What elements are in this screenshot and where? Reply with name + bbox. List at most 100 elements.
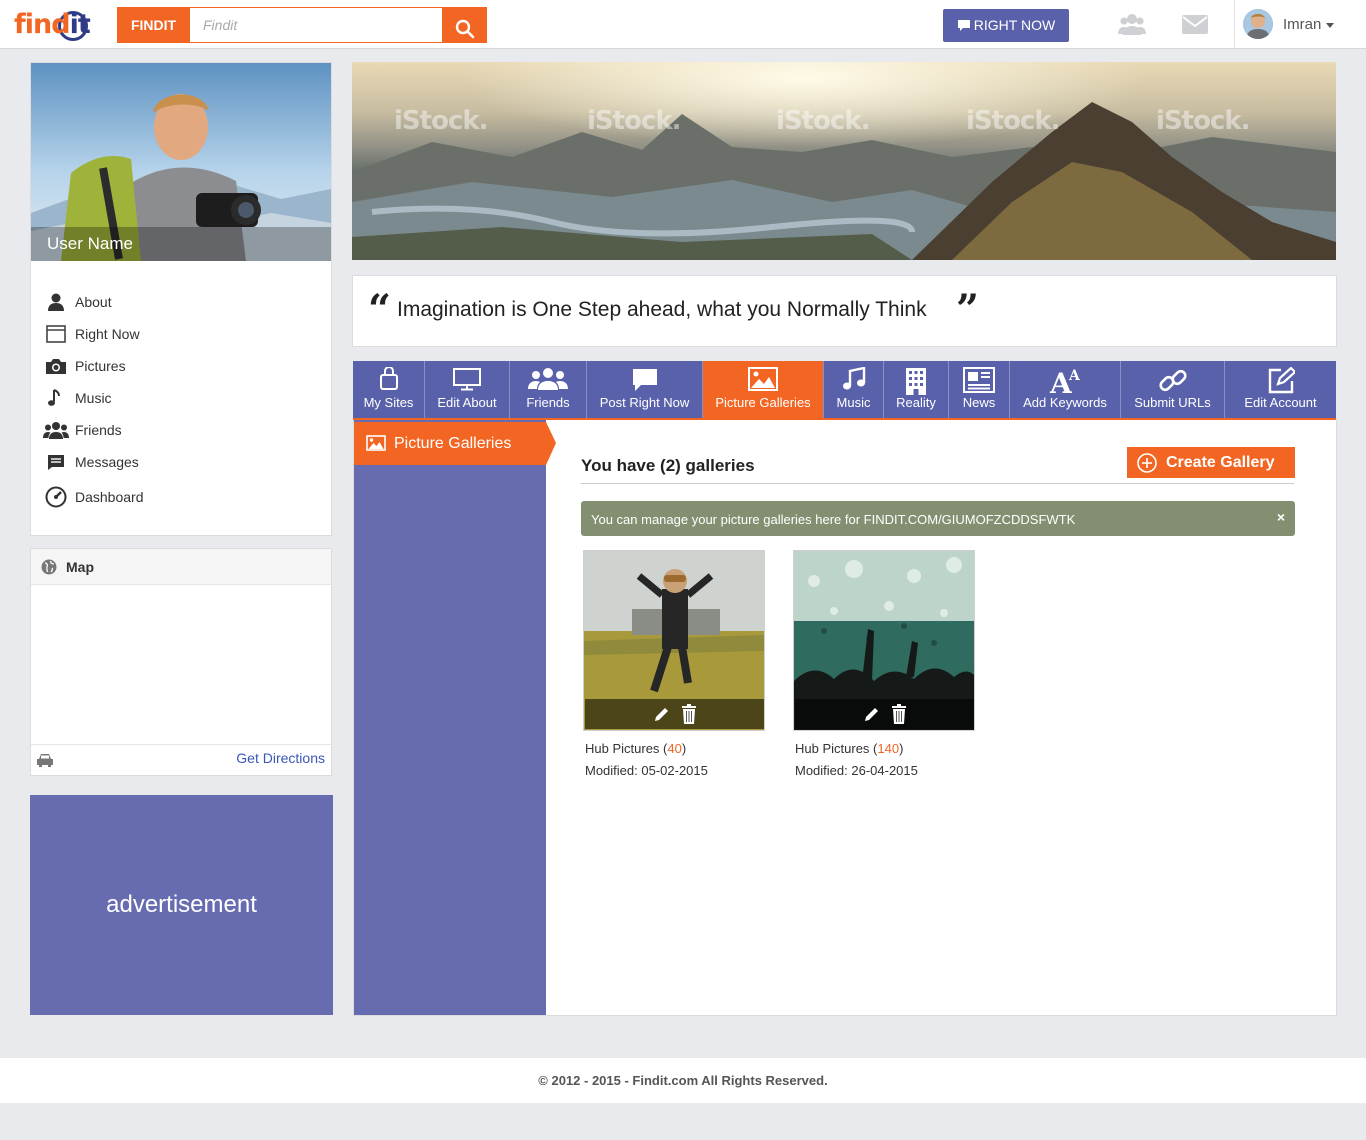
search-input[interactable] [190, 7, 442, 43]
tab-edit-account[interactable]: Edit Account [1225, 361, 1336, 418]
tab-label: Submit URLs [1134, 395, 1211, 410]
gallery-thumbnail[interactable] [793, 550, 975, 731]
pencil-icon[interactable] [653, 705, 671, 723]
gallery-thumbnail[interactable] [583, 550, 765, 731]
chevron-down-icon[interactable] [1326, 23, 1334, 28]
pencil-icon[interactable] [863, 705, 881, 723]
globe-icon [41, 559, 57, 575]
side-item-pictures[interactable]: Pictures [45, 350, 144, 382]
top-navbar: findit FINDIT RIGHT NOW Imran [0, 0, 1366, 49]
gallery-tools [585, 699, 764, 729]
camera-icon [46, 359, 66, 374]
tab-add-keywords[interactable]: AA Add Keywords [1010, 361, 1121, 418]
create-gallery-button[interactable]: Create Gallery [1127, 447, 1295, 478]
gallery-count: 140 [877, 741, 900, 756]
map-canvas[interactable] [31, 585, 331, 744]
info-alert: You can manage your picture galleries he… [581, 501, 1295, 536]
trash-icon[interactable] [891, 704, 907, 724]
subnav-arrow [546, 422, 556, 465]
comment-icon [957, 20, 970, 31]
cover-banner: iStock. iStock. iStock. iStock. iStock. [352, 62, 1336, 260]
music-note-icon [48, 389, 60, 406]
tab-friends[interactable]: Friends [510, 361, 587, 418]
gallery-name: Hub Pictures (40) [585, 741, 687, 756]
font-size-icon: AA [1049, 367, 1081, 395]
watermark: iStock. [587, 106, 682, 136]
search-category-button[interactable]: FINDIT [117, 7, 190, 43]
edit-icon [1268, 367, 1295, 394]
search-button[interactable] [442, 7, 487, 43]
tab-post-right-now[interactable]: Post Right Now [587, 361, 703, 418]
side-item-label: Friends [75, 422, 122, 438]
side-item-label: Dashboard [75, 489, 144, 505]
alert-close-button[interactable]: × [1277, 509, 1285, 525]
friends-requests-icon[interactable] [1118, 12, 1146, 36]
tab-music[interactable]: Music [824, 361, 884, 418]
right-now-button[interactable]: RIGHT NOW [943, 9, 1069, 42]
side-item-dashboard[interactable]: Dashboard [45, 481, 144, 513]
gallery-card[interactable]: Hub Pictures (40) Modified: 05-02-2015 [583, 550, 765, 778]
galleries-panel: Picture Galleries You have (2) galleries… [353, 420, 1337, 1016]
user-icon [48, 293, 64, 311]
side-item-about[interactable]: About [45, 286, 144, 318]
subnav-picture-galleries[interactable]: Picture Galleries [354, 422, 546, 465]
car-icon [37, 754, 53, 767]
alert-text: You can manage your picture galleries he… [591, 512, 1076, 527]
search-icon [455, 19, 474, 39]
tab-label: Post Right Now [599, 395, 690, 410]
side-item-messages[interactable]: Messages [45, 446, 144, 478]
trash-icon[interactable] [681, 704, 697, 724]
tab-label: Picture Galleries [715, 395, 811, 410]
map-title: Map [66, 559, 94, 575]
side-item-label: Music [75, 390, 112, 406]
user-avatar[interactable] [1243, 9, 1273, 39]
tab-submit-urls[interactable]: Submit URLs [1121, 361, 1225, 418]
gallery-card[interactable]: Hub Pictures (140) Modified: 26-04-2015 [793, 550, 975, 778]
gallery-name: Hub Pictures (140) [795, 741, 904, 756]
watermark: iStock. [966, 106, 1061, 136]
plus-circle-icon [1137, 453, 1157, 473]
side-item-right-now[interactable]: Right Now [45, 318, 144, 350]
tab-reality[interactable]: Reality [884, 361, 949, 418]
user-name[interactable]: Imran [1283, 16, 1321, 33]
gallery-title: Hub Pictures [795, 741, 870, 756]
profile-name: User Name [47, 234, 133, 253]
side-item-label: Pictures [75, 358, 126, 374]
group-icon [528, 368, 568, 390]
profile-tabs: My Sites Edit About Friends Post Right N… [353, 361, 1336, 420]
envelope-icon[interactable] [1182, 15, 1208, 34]
tab-my-sites[interactable]: My Sites [353, 361, 425, 418]
search-bar: FINDIT [117, 7, 487, 43]
side-item-friends[interactable]: Friends [43, 414, 144, 446]
advertisement-box[interactable]: advertisement [30, 795, 333, 1015]
tab-picture-galleries[interactable]: Picture Galleries [703, 361, 824, 418]
side-item-music[interactable]: Music [45, 382, 144, 414]
footer: © 2012 - 2015 - Findit.com All Rights Re… [0, 1058, 1366, 1103]
image-icon [366, 435, 386, 451]
quote-text: Imagination is One Step ahead, what you … [397, 298, 927, 321]
quote-open-mark: “ [368, 286, 392, 333]
tab-label: News [962, 395, 996, 410]
tab-news[interactable]: News [949, 361, 1010, 418]
get-directions-link[interactable]: Get Directions [236, 750, 325, 766]
header-divider [1234, 0, 1235, 48]
window-icon [46, 325, 66, 343]
map-card: Map Get Directions [30, 548, 332, 776]
copyright-text: © 2012 - 2015 - Findit.com All Rights Re… [538, 1073, 828, 1088]
link-icon [1158, 369, 1187, 392]
galleries-count-title: You have (2) galleries [581, 456, 755, 475]
tab-label: Reality [896, 395, 936, 410]
findit-logo[interactable]: findit [14, 5, 98, 43]
gallery-modified: Modified: 05-02-2015 [585, 763, 708, 778]
group-icon [43, 422, 69, 439]
chat-icon [48, 455, 64, 470]
svg-text:A: A [1068, 368, 1081, 384]
tab-edit-about[interactable]: Edit About [425, 361, 510, 418]
create-gallery-label: Create Gallery [1166, 454, 1275, 471]
gallery-tools [795, 699, 974, 729]
tab-label: Edit About [437, 395, 497, 410]
gallery-modified: Modified: 26-04-2015 [795, 763, 918, 778]
watermark: iStock. [394, 106, 489, 136]
building-icon [906, 368, 926, 395]
advertisement-label: advertisement [106, 891, 257, 918]
